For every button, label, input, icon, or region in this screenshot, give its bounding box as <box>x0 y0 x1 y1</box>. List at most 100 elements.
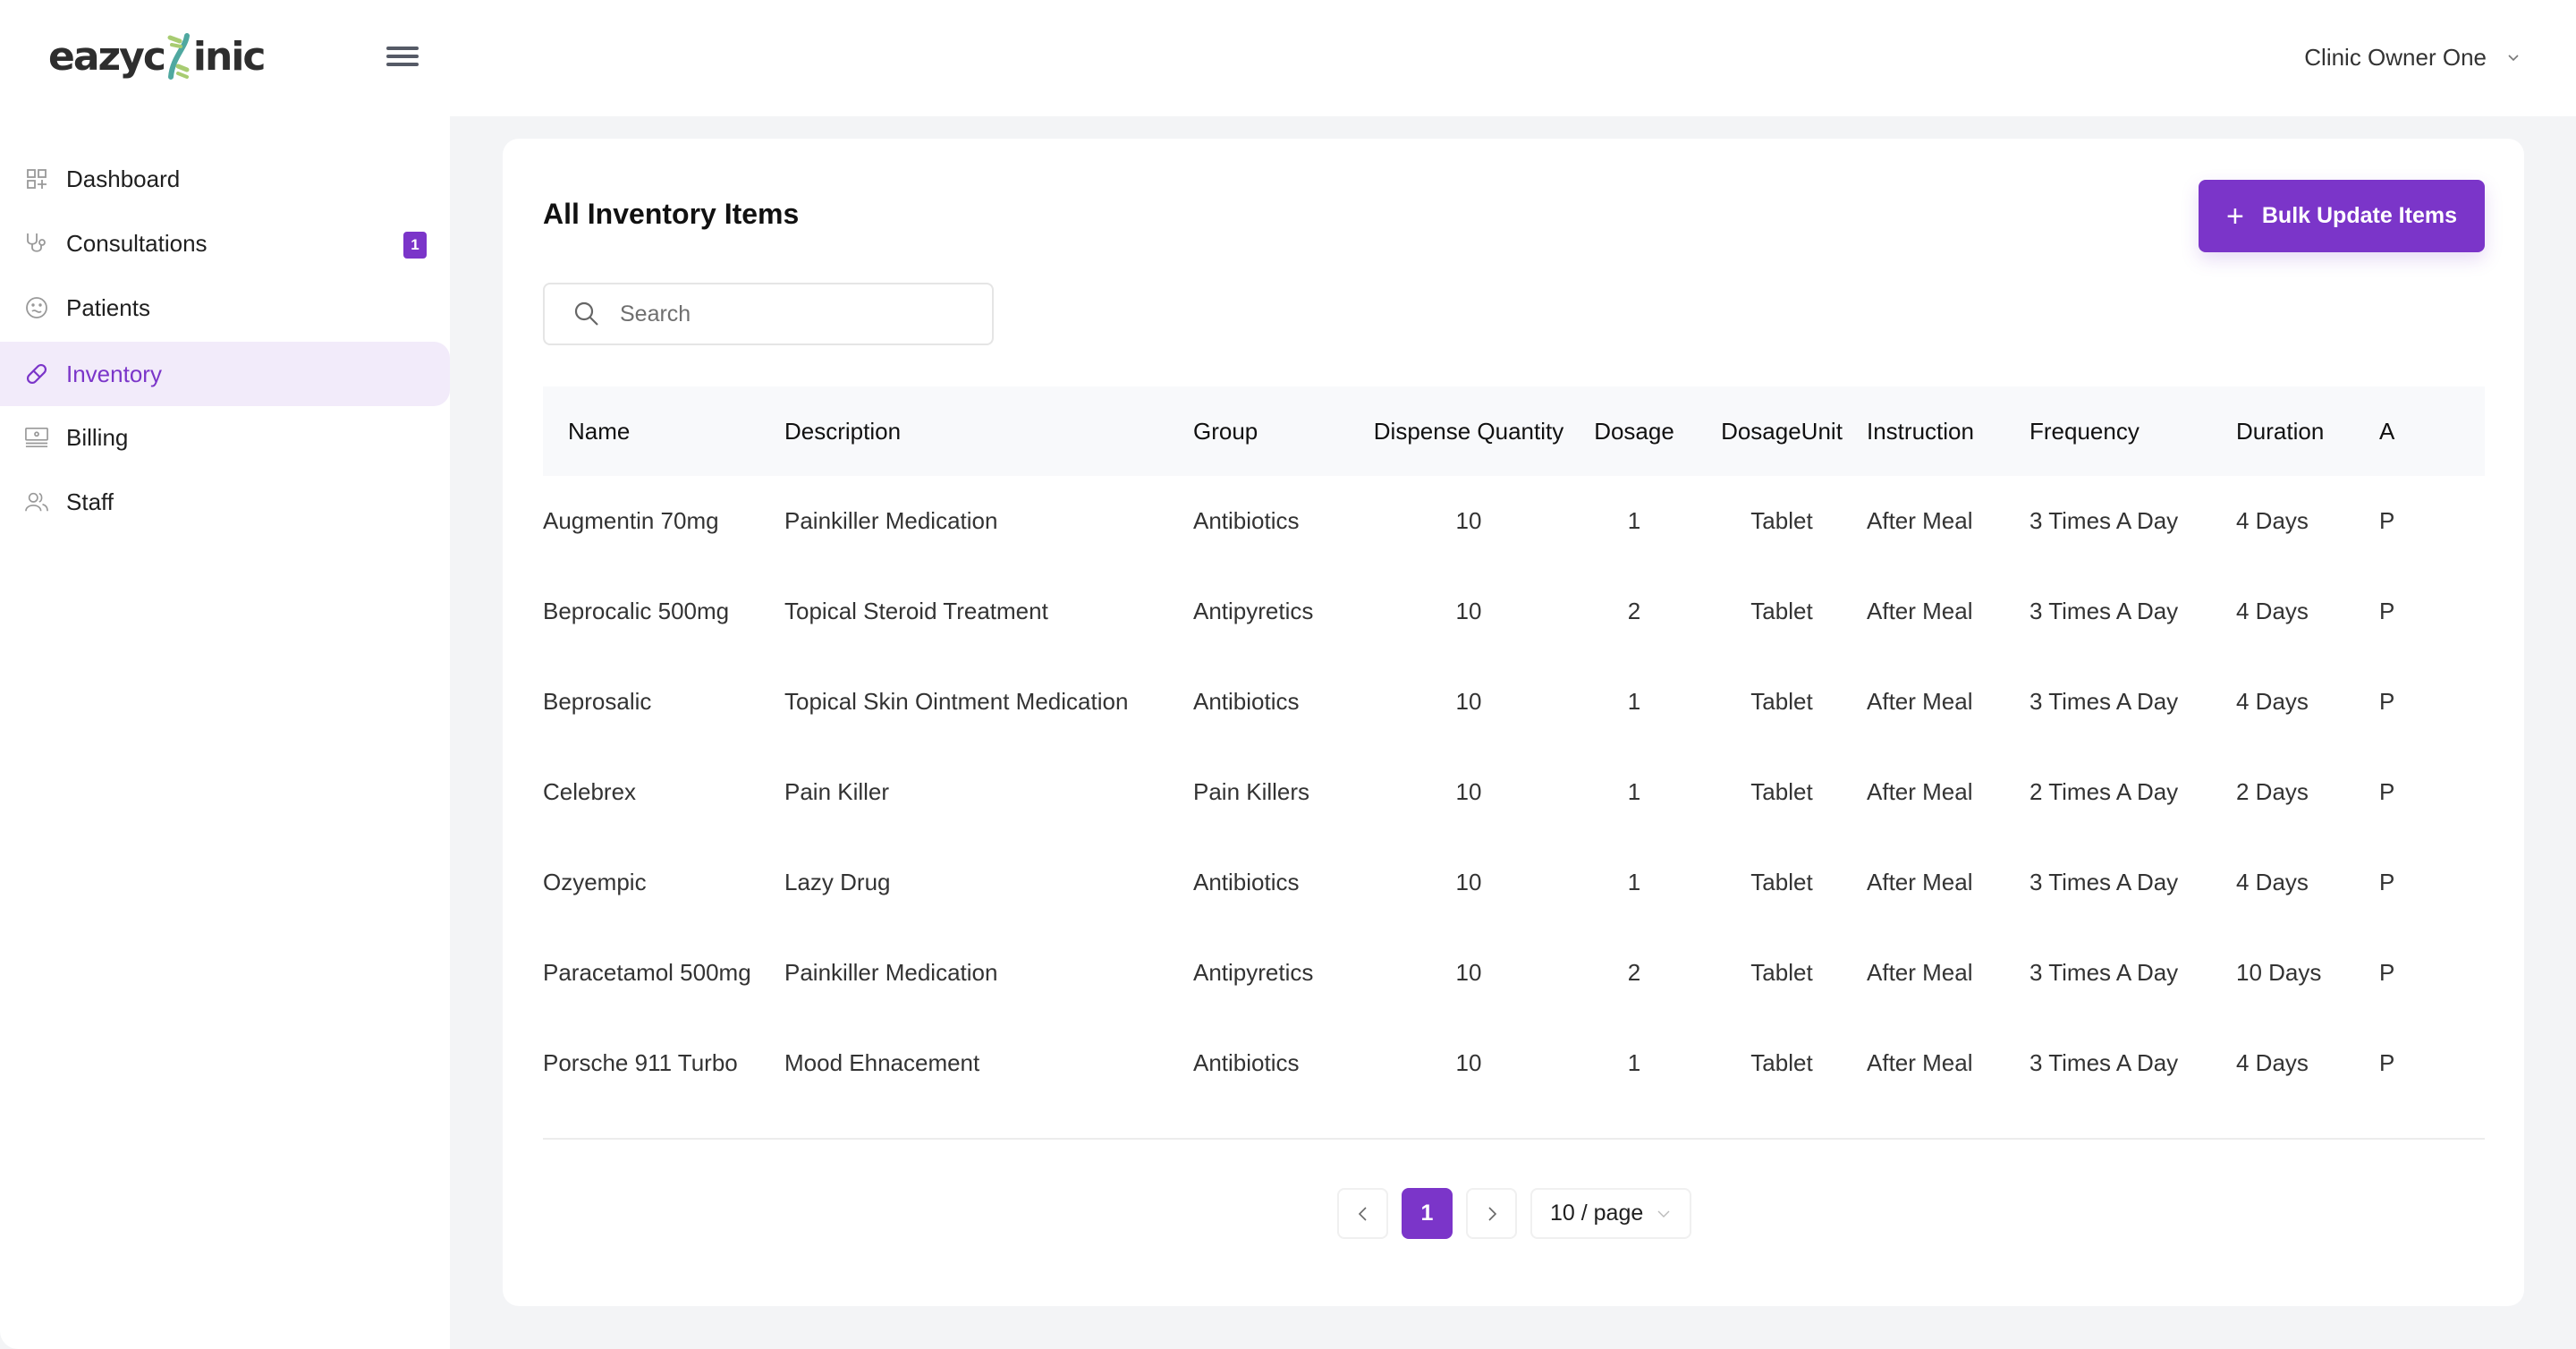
logo-text-left: eazyc <box>48 33 166 80</box>
face-icon <box>25 296 48 319</box>
cell-dispense-quantity: 10 <box>1455 869 1482 895</box>
column-header-duration[interactable]: Duration <box>2236 386 2379 476</box>
column-header-frequency[interactable]: Frequency <box>2029 386 2236 476</box>
cell-name: Porsche 911 Turbo <box>543 1049 738 1076</box>
cell-dosage-unit: Tablet <box>1750 869 1813 895</box>
cell-frequency: 3 Times A Day <box>2029 959 2179 986</box>
cell-frequency: 2 Times A Day <box>2029 778 2179 805</box>
cell-description: Painkiller Medication <box>784 959 998 986</box>
cell-truncated: P <box>2379 959 2395 986</box>
cell-truncated: P <box>2379 507 2395 534</box>
column-header-description[interactable]: Description <box>784 386 1193 476</box>
cell-description: Topical Skin Ointment Medication <box>784 688 1129 715</box>
cell-dispense-quantity: 10 <box>1455 598 1482 624</box>
column-header-name[interactable]: Name <box>543 386 784 476</box>
bulk-update-button[interactable]: + Bulk Update Items <box>2199 180 2485 252</box>
table-divider <box>543 1138 2485 1140</box>
cell-dispense-quantity: 10 <box>1455 778 1482 805</box>
cell-dosage-unit: Tablet <box>1750 778 1813 805</box>
cell-instruction: After Meal <box>1867 869 1973 895</box>
table-header-row: Name Description Group Dispense Quantity… <box>543 386 2485 476</box>
table-row[interactable]: Augmentin 70mg Painkiller Medication Antib… <box>543 476 2485 566</box>
cell-instruction: After Meal <box>1867 1049 1973 1076</box>
cell-duration: 4 Days <box>2236 1049 2309 1076</box>
cell-description: Lazy Drug <box>784 869 891 895</box>
cell-duration: 4 Days <box>2236 507 2309 534</box>
column-header-dispense-quantity[interactable]: Dispense Quantity <box>1366 386 1572 476</box>
chevron-left-icon <box>1358 1206 1367 1221</box>
cell-duration: 2 Days <box>2236 778 2309 805</box>
cell-group: Antipyretics <box>1193 598 1314 624</box>
cell-duration: 4 Days <box>2236 869 2309 895</box>
cell-duration: 4 Days <box>2236 688 2309 715</box>
dashboard-icon <box>25 167 48 191</box>
cell-dosage: 1 <box>1627 507 1641 534</box>
search-input[interactable] <box>620 301 960 327</box>
cell-instruction: After Meal <box>1867 778 1973 805</box>
column-header-dosage[interactable]: Dosage <box>1572 386 1697 476</box>
sidebar-item-inventory[interactable]: Inventory <box>0 342 450 406</box>
menu-toggle-icon[interactable] <box>386 43 419 70</box>
sidebar-item-billing[interactable]: Billing <box>0 405 450 470</box>
search-icon <box>574 301 598 326</box>
cell-description: Mood Ehnacement <box>784 1049 980 1076</box>
cell-truncated: P <box>2379 598 2395 624</box>
cell-truncated: P <box>2379 688 2395 715</box>
inventory-card: All Inventory Items + Bulk Update Items … <box>503 139 2524 1306</box>
page-number-current[interactable]: 1 <box>1402 1188 1453 1239</box>
sidebar-item-consultations[interactable]: Consultations 1 <box>0 211 450 276</box>
cell-group: Antibiotics <box>1193 1049 1300 1076</box>
cell-frequency: 3 Times A Day <box>2029 507 2179 534</box>
cell-group: Antibiotics <box>1193 869 1300 895</box>
staff-icon <box>25 490 48 513</box>
column-header-instruction[interactable]: Instruction <box>1867 386 2029 476</box>
table-row[interactable]: Beprocalic 500mg Topical Steroid Treatmen… <box>543 566 2485 657</box>
table-row[interactable]: Celebrex Pain Killer Pain Killers 10 1 Tablet… <box>543 747 2485 837</box>
page-title: All Inventory Items <box>543 198 800 230</box>
cell-dosage-unit: Tablet <box>1750 688 1813 715</box>
sidebar-item-patients[interactable]: Patients <box>0 276 450 340</box>
cell-dispense-quantity: 10 <box>1455 1049 1482 1076</box>
cell-dosage-unit: Tablet <box>1750 959 1813 986</box>
table-row[interactable]: Beprosalic Topical Skin Ointment Medicati… <box>543 657 2485 747</box>
column-header-dosage-unit[interactable]: DosageUnit <box>1697 386 1867 476</box>
cell-description: Pain Killer <box>784 778 890 805</box>
stethoscope-icon <box>25 232 48 255</box>
cell-name: Beprocalic 500mg <box>543 598 730 624</box>
cell-dosage: 1 <box>1627 688 1641 715</box>
table-row[interactable]: Porsche 911 Turbo Mood Ehnacement Antibiot… <box>543 1018 2485 1108</box>
inventory-table: Name Description Group Dispense Quantity… <box>543 386 2485 1120</box>
cell-dosage-unit: Tablet <box>1750 598 1813 624</box>
column-header-truncated[interactable]: A <box>2379 386 2485 476</box>
next-page-button[interactable] <box>1466 1188 1517 1239</box>
search-field[interactable] <box>543 283 994 345</box>
cell-group: Antipyretics <box>1193 959 1314 986</box>
table-row[interactable]: Paracetamol 500mg Painkiller Medication An… <box>543 928 2485 1018</box>
top-header: eazyc inic Clinic Owner One <box>0 0 2576 116</box>
sidebar-item-staff[interactable]: Staff <box>0 470 450 534</box>
app-logo[interactable]: eazyc inic <box>48 30 266 82</box>
table-row[interactable]: Ozyempic Lazy Drug Antibiotics 10 1 Tablet Aft… <box>543 837 2485 928</box>
column-header-group[interactable]: Group <box>1193 386 1366 476</box>
user-name: Clinic Owner One <box>2304 43 2487 71</box>
page-size-select[interactable]: 10 / page <box>1530 1188 1691 1239</box>
cell-truncated: P <box>2379 869 2395 895</box>
cell-group: Pain Killers <box>1193 778 1310 805</box>
cell-frequency: 3 Times A Day <box>2029 1049 2179 1076</box>
sidebar-item-label: Billing <box>66 423 129 451</box>
dna-helix-icon <box>165 30 192 82</box>
cell-dosage: 2 <box>1627 598 1641 624</box>
cell-description: Painkiller Medication <box>784 507 998 534</box>
cell-dosage: 1 <box>1627 1049 1641 1076</box>
sidebar-item-dashboard[interactable]: Dashboard <box>0 147 450 211</box>
plus-icon: + <box>2226 199 2244 233</box>
sidebar-item-label: Staff <box>66 488 114 515</box>
cell-frequency: 3 Times A Day <box>2029 688 2179 715</box>
cell-name: Ozyempic <box>543 869 647 895</box>
user-menu[interactable]: Clinic Owner One <box>2304 39 2521 75</box>
sidebar-item-label: Inventory <box>66 360 162 387</box>
cell-instruction: After Meal <box>1867 507 1973 534</box>
cell-group: Antibiotics <box>1193 688 1300 715</box>
sidebar-item-label: Patients <box>66 293 150 321</box>
previous-page-button[interactable] <box>1337 1188 1388 1239</box>
